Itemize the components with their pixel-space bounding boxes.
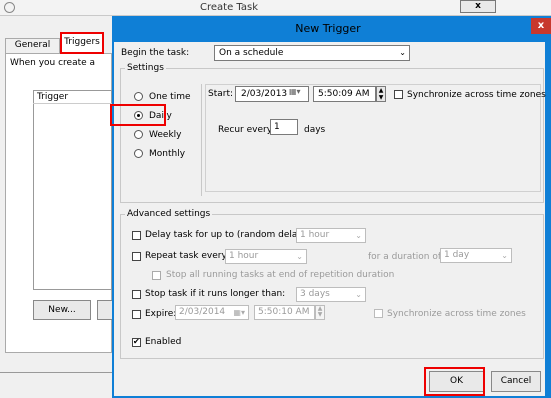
chevron-down-icon: ⌄	[399, 48, 406, 57]
radio-monthly[interactable]	[134, 149, 143, 158]
begin-task-value: On a schedule	[219, 48, 284, 58]
repeat-label: Repeat task every:	[145, 251, 230, 261]
stop-longer-checkbox[interactable]	[132, 290, 141, 299]
repeat-select[interactable]: 1 hour ⌄	[225, 249, 307, 264]
radio-weekly[interactable]	[134, 130, 143, 139]
calendar-dropdown-icon[interactable]: ▦▾	[289, 87, 301, 96]
delay-checkbox[interactable]	[132, 231, 141, 240]
daily-highlight-box	[110, 104, 166, 126]
repeat-value: 1 hour	[229, 251, 259, 261]
begin-task-select[interactable]: On a schedule ⌄	[214, 45, 410, 61]
advanced-settings-label: Advanced settings	[125, 209, 213, 219]
radio-label-one-time: One time	[149, 92, 191, 102]
expire-date-field[interactable]: 2/03/2014 ▦▾	[175, 305, 249, 320]
ok-highlight-box	[424, 367, 485, 396]
settings-label: Settings	[125, 63, 166, 73]
task-scheduler-icon	[4, 2, 15, 13]
sync-timezones-checkbox[interactable]	[394, 90, 403, 99]
expire-label: Expire:	[145, 309, 177, 319]
repeat-checkbox[interactable]	[132, 252, 141, 261]
duration-value: 1 day	[444, 250, 470, 260]
duration-label: for a duration of:	[368, 252, 444, 262]
sync-timezones-label: Synchronize across time zones	[407, 90, 546, 100]
recur-label: Recur every:	[218, 125, 275, 135]
recur-days-input[interactable]: 1	[270, 119, 298, 135]
chevron-down-icon: ⌄	[501, 251, 508, 260]
expire-time-spinner[interactable]: ▲ ▼	[315, 305, 325, 320]
expire-sync-checkbox[interactable]	[374, 309, 383, 318]
tab-triggers[interactable]: Triggers	[60, 32, 104, 54]
start-label: Start:	[208, 89, 234, 99]
radio-label-weekly: Weekly	[149, 130, 182, 140]
expire-time-value: 5:50:10 AM	[258, 307, 310, 317]
stop-running-checkbox[interactable]	[152, 271, 161, 280]
begin-task-label: Begin the task:	[121, 48, 190, 58]
delay-select[interactable]: 1 hour ⌄	[296, 228, 366, 243]
trigger-list[interactable]	[33, 90, 112, 290]
chevron-down-icon: ⌄	[355, 231, 362, 240]
dialog-close-button[interactable]: x	[531, 18, 551, 34]
calendar-dropdown-icon: ▦▾	[233, 308, 245, 317]
expire-sync-label: Synchronize across time zones	[387, 309, 526, 319]
expire-date-value: 2/03/2014	[179, 307, 226, 317]
tab-general[interactable]: General	[5, 38, 60, 53]
chevron-down-icon: ⌄	[355, 290, 362, 299]
stop-longer-select[interactable]: 3 days ⌄	[296, 287, 366, 302]
stop-running-label: Stop all running tasks at end of repetit…	[166, 270, 395, 280]
delay-value: 1 hour	[300, 230, 330, 240]
settings-divider	[201, 84, 202, 196]
trigger-column-header[interactable]: Trigger	[33, 91, 112, 104]
expire-time-field[interactable]: 5:50:10 AM	[254, 305, 315, 320]
expire-checkbox[interactable]	[132, 310, 141, 319]
new-trigger-button[interactable]: New...	[33, 300, 91, 320]
divider	[0, 372, 112, 373]
create-task-close-button[interactable]: x	[460, 0, 496, 13]
radio-one-time[interactable]	[134, 92, 143, 101]
time-spinner[interactable]: ▲ ▼	[376, 86, 386, 102]
radio-label-monthly: Monthly	[149, 149, 186, 159]
create-task-title: Create Task	[200, 2, 258, 13]
cancel-button[interactable]: Cancel	[491, 371, 541, 392]
stop-longer-value: 3 days	[300, 289, 330, 299]
dialog-title: New Trigger	[295, 22, 361, 35]
start-time-field[interactable]: 5:50:09 AM	[313, 86, 376, 102]
duration-select[interactable]: 1 day ⌄	[440, 248, 512, 263]
stop-longer-label: Stop task if it runs longer than:	[145, 289, 286, 299]
chevron-down-icon: ⌄	[296, 252, 303, 261]
recur-unit-label: days	[304, 125, 326, 135]
delay-label: Delay task for up to (random delay):	[145, 230, 310, 240]
triggers-description: When you create a	[10, 58, 96, 68]
enabled-label: Enabled	[145, 337, 182, 347]
edit-trigger-button[interactable]	[97, 300, 112, 320]
enabled-checkbox[interactable]	[132, 337, 141, 347]
